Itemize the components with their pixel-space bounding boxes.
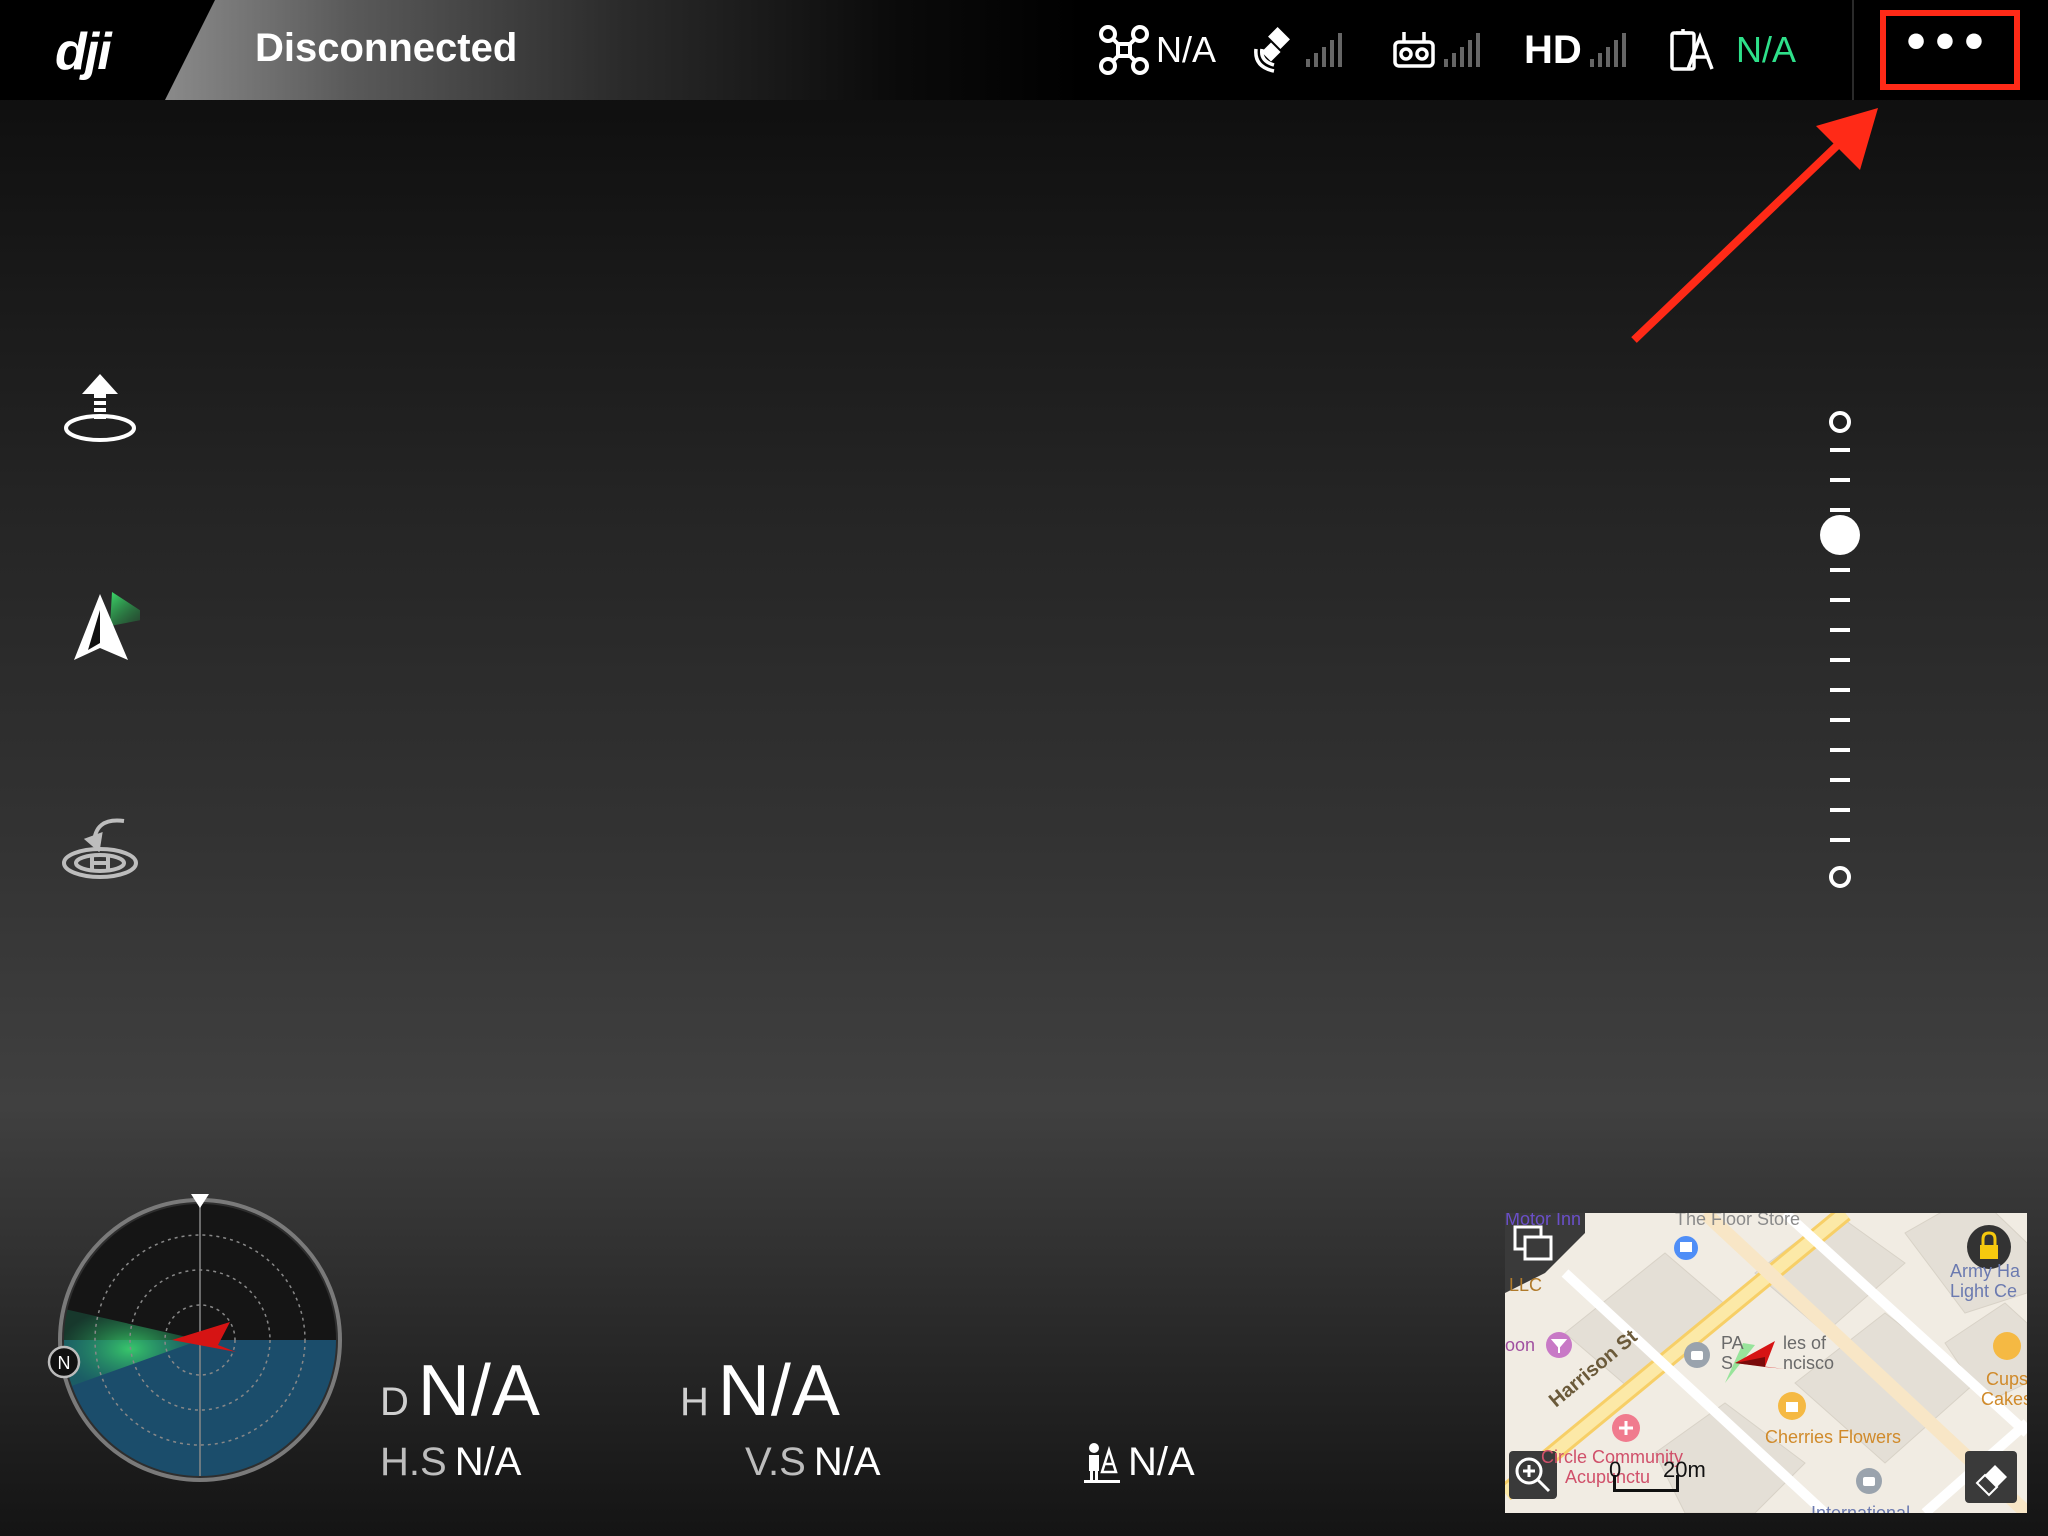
distance-value: N/A bbox=[417, 1351, 541, 1431]
map-label-light: Light Ce bbox=[1950, 1281, 2018, 1301]
gimbal-slider-thumb[interactable] bbox=[1820, 515, 1860, 555]
height-prefix: H bbox=[680, 1380, 710, 1424]
connection-status: Disconnected bbox=[255, 26, 518, 70]
map-scale-twenty: 20m bbox=[1663, 1457, 1706, 1482]
home-point-icon bbox=[1084, 1442, 1120, 1483]
car-icon-2 bbox=[1856, 1468, 1882, 1494]
map-label-les: les of bbox=[1783, 1333, 1827, 1353]
satellite-icon bbox=[1254, 27, 1290, 73]
hd-status[interactable]: HD bbox=[1524, 22, 1626, 78]
hspeed-value: N/A bbox=[454, 1440, 522, 1484]
map-label-army: Army Ha bbox=[1950, 1261, 2021, 1281]
topbar-divider bbox=[1852, 0, 1854, 100]
eraser-icon bbox=[1975, 1465, 2007, 1497]
map-label-cherries: Cherries Flowers bbox=[1765, 1427, 1902, 1447]
map-label-motor: Motor Inn bbox=[1505, 1213, 1582, 1229]
remote-controller-icon bbox=[1393, 32, 1435, 68]
height-value: N/A bbox=[717, 1351, 841, 1431]
attitude-radar: N bbox=[47, 1194, 342, 1482]
gps-signal-bars bbox=[1306, 33, 1342, 67]
vspeed-value: N/A bbox=[813, 1440, 881, 1484]
drone-icon bbox=[1099, 25, 1149, 75]
hd-label: HD bbox=[1524, 27, 1582, 72]
height-readout: H N/A bbox=[680, 1350, 841, 1432]
vertical-speed-readout: V.S N/A bbox=[745, 1440, 881, 1485]
takeoff-icon[interactable] bbox=[60, 370, 140, 450]
home-distance-readout: N/A bbox=[1082, 1440, 1195, 1485]
more-settings-button[interactable]: ••• bbox=[1880, 10, 2020, 90]
distance-prefix: D bbox=[380, 1380, 410, 1424]
rc-status[interactable] bbox=[1392, 22, 1480, 78]
bakery-icon bbox=[1993, 1332, 2021, 1360]
aircraft-status[interactable]: N/A bbox=[1098, 22, 1216, 78]
map-label-floor: The Floor Store bbox=[1675, 1213, 1801, 1229]
map-scale-zero: 0 bbox=[1609, 1457, 1622, 1482]
more-dots: ••• bbox=[1906, 11, 1994, 71]
mini-map[interactable]: Motor Inn The Floor Store LLC oon Harris… bbox=[1505, 1213, 2027, 1513]
vspeed-prefix: V.S bbox=[745, 1440, 806, 1484]
distance-readout: D N/A bbox=[380, 1350, 541, 1432]
health-icon bbox=[1612, 1414, 1640, 1442]
map-label-cakes: Cakes bbox=[1981, 1389, 2027, 1409]
navigation-mode-icon[interactable] bbox=[60, 580, 140, 660]
map-label-ncisco: ncisco bbox=[1783, 1353, 1835, 1373]
gimbal-slider[interactable] bbox=[1820, 405, 1860, 895]
battery-status[interactable]: N/A bbox=[1668, 22, 1796, 78]
map-label-pa: PA bbox=[1721, 1333, 1744, 1353]
hspeed-prefix: H.S bbox=[380, 1440, 447, 1484]
gps-status[interactable] bbox=[1252, 22, 1342, 78]
bar-icon bbox=[1546, 1332, 1572, 1358]
map-label-cups: Cups bbox=[1986, 1369, 2027, 1389]
bus-stop-icon bbox=[1674, 1236, 1698, 1260]
battery-value: N/A bbox=[1736, 29, 1797, 70]
horizontal-speed-readout: H.S N/A bbox=[380, 1440, 521, 1485]
car-icon bbox=[1684, 1342, 1710, 1368]
map-label-on: oon bbox=[1505, 1335, 1536, 1355]
hd-signal-bars bbox=[1589, 33, 1626, 67]
map-label-llc: LLC bbox=[1509, 1275, 1543, 1295]
top-bar: dji Disconnected N/A HD N/A ••• bbox=[0, 0, 2048, 100]
north-indicator: N bbox=[58, 1353, 71, 1373]
aircraft-value: N/A bbox=[1156, 29, 1217, 70]
home-distance-value: N/A bbox=[1128, 1440, 1195, 1484]
map-label-intl: International bbox=[1811, 1503, 1911, 1513]
shopping-icon bbox=[1778, 1392, 1806, 1420]
battery-icon bbox=[1670, 29, 1714, 71]
map-label-s: S bbox=[1721, 1353, 1734, 1373]
map-clear-button[interactable] bbox=[1965, 1451, 2017, 1503]
rc-signal-bars bbox=[1444, 33, 1480, 67]
return-home-icon[interactable] bbox=[60, 805, 140, 885]
dji-logo: dji bbox=[55, 23, 112, 81]
annotation-arrow bbox=[1631, 108, 1878, 343]
